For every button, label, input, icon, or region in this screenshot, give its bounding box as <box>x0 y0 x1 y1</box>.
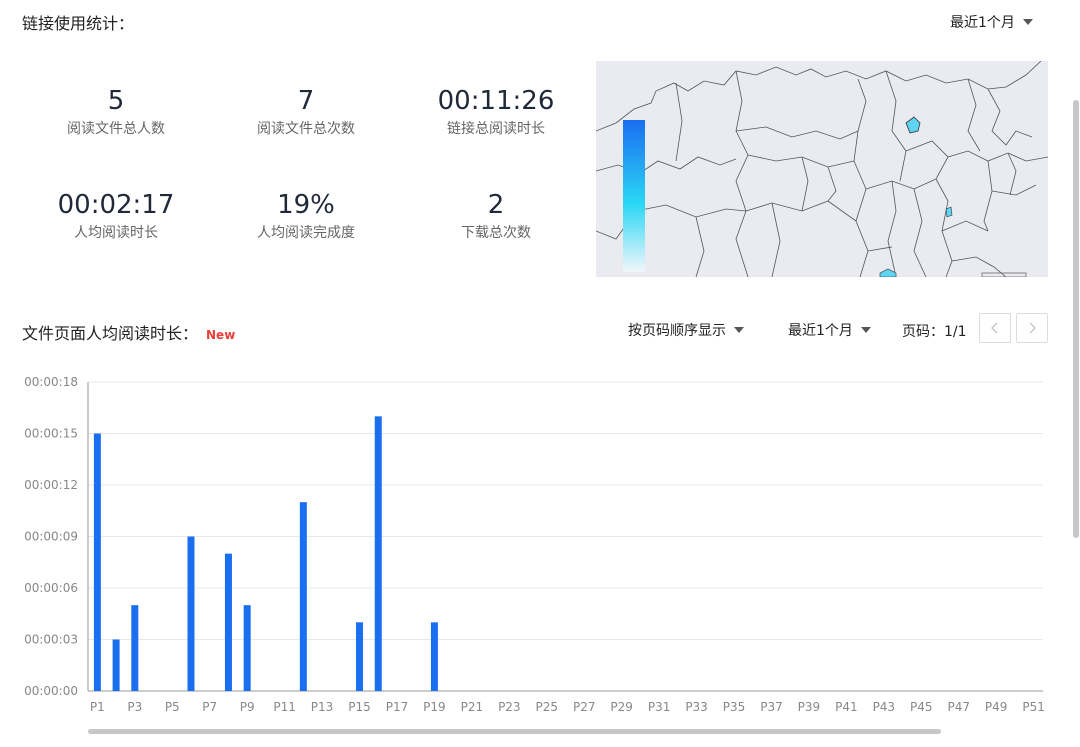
y-tick-label: 00:00:03 <box>24 633 78 647</box>
caret-down-icon <box>860 327 871 333</box>
stat-value: 5 <box>107 86 125 116</box>
bar-P1[interactable] <box>93 433 101 692</box>
new-badge: New <box>206 328 236 342</box>
x-tick-label: P1 <box>90 700 105 714</box>
page-order-dropdown[interactable]: 按页码顺序显示 <box>628 320 744 340</box>
x-tick-label: P33 <box>685 700 708 714</box>
stat-value: 00:11:26 <box>437 86 555 116</box>
chart-bars <box>93 416 438 692</box>
x-tick-label: P51 <box>1022 700 1045 714</box>
region-map[interactable] <box>596 61 1048 277</box>
bar-P2[interactable] <box>112 639 120 692</box>
chart-section-title-text: 文件页面人均阅读时长： <box>22 324 199 343</box>
stat-label: 链接总阅读时长 <box>447 121 545 137</box>
stat-value: 19% <box>277 190 335 220</box>
highlight-region-beijing <box>905 116 921 134</box>
x-tick-label: P41 <box>835 700 858 714</box>
bar-P16[interactable] <box>374 416 382 691</box>
chart-y-axis: 00:00:00 00:00:03 00:00:06 00:00:09 00:00:12… <box>24 375 78 698</box>
bar-P8[interactable] <box>224 553 232 691</box>
chart-section-title: 文件页面人均阅读时长： New <box>22 320 235 344</box>
y-tick-label: 00:00:00 <box>24 684 78 698</box>
x-tick-label: P31 <box>648 700 671 714</box>
stat-downloads: 2 下载总次数 <box>406 188 586 242</box>
stat-value: 2 <box>487 190 505 220</box>
x-tick-label: P13 <box>311 700 334 714</box>
x-tick-label: P39 <box>798 700 821 714</box>
stat-value: 00:02:17 <box>57 190 175 220</box>
range-dropdown[interactable]: 最近1个月 <box>950 12 1033 32</box>
page-order-dropdown-label: 按页码顺序显示 <box>628 323 726 339</box>
next-page-button[interactable] <box>1016 313 1048 343</box>
x-tick-label: P35 <box>723 700 746 714</box>
y-tick-label: 00:00:18 <box>24 375 78 389</box>
x-tick-label: P49 <box>985 700 1008 714</box>
stat-total-reads: 7 阅读文件总次数 <box>216 84 396 138</box>
y-tick-label: 00:00:06 <box>24 581 78 595</box>
bar-P15[interactable] <box>356 622 364 691</box>
x-tick-label: P29 <box>610 700 633 714</box>
x-tick-label: P23 <box>498 700 521 714</box>
y-tick-label: 00:00:09 <box>24 530 78 544</box>
chevron-left-icon <box>991 322 998 334</box>
stats-title: 链接使用统计： <box>22 14 135 33</box>
bar-P9[interactable] <box>243 605 251 691</box>
x-tick-label: P5 <box>165 700 180 714</box>
x-tick-label: P11 <box>273 700 296 714</box>
y-tick-label: 00:00:12 <box>24 478 78 492</box>
caret-down-icon <box>1022 19 1033 25</box>
stat-total-readers: 5 阅读文件总人数 <box>26 84 206 138</box>
x-tick-label: P7 <box>202 700 217 714</box>
caret-down-icon <box>734 327 744 333</box>
pager-label: 页码：1/1 <box>902 324 967 340</box>
chart-x-axis: P1 P3 P5 P7 P9 P11 P13 P15 P17 P19 P21 P23 P25 P27 P29… <box>90 700 1045 714</box>
x-tick-label: P3 <box>127 700 142 714</box>
x-tick-label: P45 <box>910 700 933 714</box>
x-tick-label: P21 <box>461 700 484 714</box>
highlight-region-guangdong <box>879 268 897 277</box>
x-tick-label: P9 <box>240 700 255 714</box>
bar-P19[interactable] <box>430 622 438 691</box>
x-tick-label: P47 <box>947 700 970 714</box>
province-borders <box>596 61 1048 277</box>
bar-P12[interactable] <box>299 502 307 691</box>
highlight-region-shanghai <box>945 206 953 218</box>
stat-label: 人均阅读完成度 <box>257 225 355 241</box>
x-tick-label: P25 <box>536 700 559 714</box>
x-tick-label: P15 <box>348 700 371 714</box>
horizontal-scrollbar[interactable] <box>88 729 941 734</box>
x-tick-label: P37 <box>760 700 783 714</box>
stat-total-duration: 00:11:26 链接总阅读时长 <box>406 84 586 138</box>
x-tick-label: P27 <box>573 700 596 714</box>
stat-label: 阅读文件总人数 <box>67 121 165 137</box>
prev-page-button[interactable] <box>979 313 1011 343</box>
y-tick-label: 00:00:15 <box>24 427 78 441</box>
stat-value: 7 <box>297 86 315 116</box>
map-svg <box>596 61 1048 277</box>
chart-range-dropdown[interactable]: 最近1个月 <box>788 320 871 340</box>
page-duration-chart: 00:00:00 00:00:03 00:00:06 00:00:09 00:00:12… <box>24 375 1045 714</box>
stat-avg-duration: 00:02:17 人均阅读时长 <box>26 188 206 242</box>
chevron-right-icon <box>1029 322 1036 334</box>
bar-P6[interactable] <box>187 536 195 692</box>
x-tick-label: P19 <box>423 700 446 714</box>
range-dropdown-label: 最近1个月 <box>950 15 1015 31</box>
stat-label: 人均阅读时长 <box>74 225 158 241</box>
chart-range-dropdown-label: 最近1个月 <box>788 323 853 339</box>
map-legend-gradient <box>623 120 645 272</box>
stat-label: 下载总次数 <box>461 225 531 241</box>
bar-P3[interactable] <box>131 605 139 691</box>
x-tick-label: P17 <box>386 700 409 714</box>
stat-avg-completion: 19% 人均阅读完成度 <box>216 188 396 242</box>
stat-label: 阅读文件总次数 <box>257 121 355 137</box>
x-tick-label: P43 <box>873 700 896 714</box>
